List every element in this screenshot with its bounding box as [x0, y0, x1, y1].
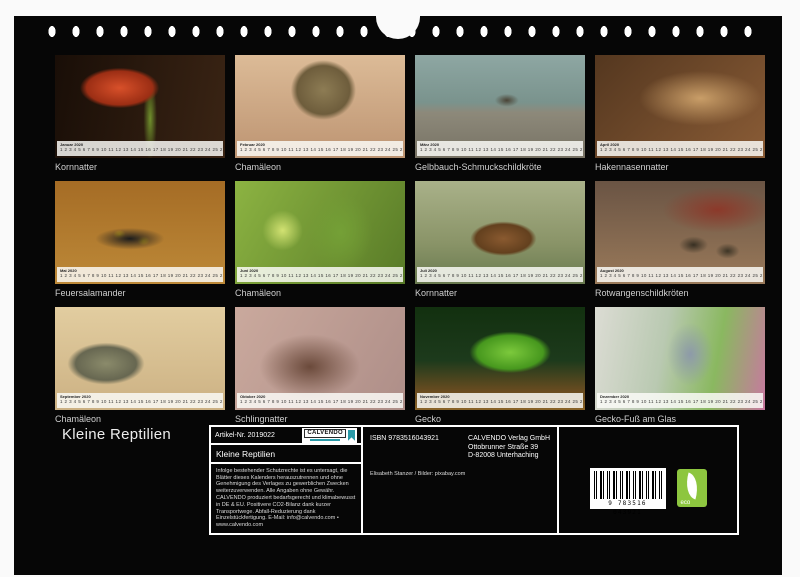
thumbnail-card: November 2020 1 2 3 4 5 6 7 8 9 10 11 12…	[415, 307, 585, 424]
eco-label: eco	[680, 500, 691, 506]
thumbnail-caption: Kornnatter	[55, 162, 98, 172]
days-row: 1 2 3 4 5 6 7 8 9 10 11 12 13 14 15 16 1…	[60, 273, 223, 278]
thumbnail-card: Juli 2020 1 2 3 4 5 6 7 8 9 10 11 12 13 …	[415, 181, 585, 298]
thumbnail-card: September 2020 1 2 3 4 5 6 7 8 9 10 11 1…	[55, 307, 225, 424]
thumbnail-card: Januar 2020 1 2 3 4 5 6 7 8 9 10 11 12 1…	[55, 55, 225, 172]
days-row: 1 2 3 4 5 6 7 8 9 10 11 12 13 14 15 16 1…	[240, 399, 403, 404]
thumbnail-photo: Juni 2020 1 2 3 4 5 6 7 8 9 10 11 12 13 …	[235, 181, 405, 284]
calvendo-logo-tagline	[310, 439, 341, 442]
calendar-strip: Juli 2020 1 2 3 4 5 6 7 8 9 10 11 12 13 …	[417, 267, 583, 282]
barcode: 9 783516 043921	[589, 467, 666, 516]
thumbnail-photo: April 2020 1 2 3 4 5 6 7 8 9 10 11 12 13…	[595, 55, 765, 158]
calendar-strip: Januar 2020 1 2 3 4 5 6 7 8 9 10 11 12 1…	[57, 141, 223, 156]
month-thumbnail-grid: Januar 2020 1 2 3 4 5 6 7 8 9 10 11 12 1…	[55, 55, 765, 424]
days-row: 1 2 3 4 5 6 7 8 9 10 11 12 13 14 15 16 1…	[600, 399, 763, 404]
article-number: Artikel-Nr. 2019022	[215, 431, 275, 439]
calendar-strip: November 2020 1 2 3 4 5 6 7 8 9 10 11 12…	[417, 393, 583, 408]
thumbnail-caption: Gelbbauch-Schmuckschildkröte	[415, 162, 542, 172]
thumbnail-card: April 2020 1 2 3 4 5 6 7 8 9 10 11 12 13…	[595, 55, 765, 172]
thumbnail-caption: Hakennasennatter	[595, 162, 669, 172]
barcode-digits: 9 783516 043921	[608, 499, 647, 516]
days-row: 1 2 3 4 5 6 7 8 9 10 11 12 13 14 15 16 1…	[420, 399, 583, 404]
days-row: 1 2 3 4 5 6 7 8 9 10 11 12 13 14 15 16 1…	[240, 147, 403, 152]
thumbnail-photo: Mai 2020 1 2 3 4 5 6 7 8 9 10 11 12 13 1…	[55, 181, 225, 284]
legal-text: Infolge bestehender Schutzrechte ist es …	[216, 467, 356, 529]
calendar-strip: Mai 2020 1 2 3 4 5 6 7 8 9 10 11 12 13 1…	[57, 267, 223, 282]
thumbnail-photo: Oktober 2020 1 2 3 4 5 6 7 8 9 10 11 12 …	[235, 307, 405, 410]
days-row: 1 2 3 4 5 6 7 8 9 10 11 12 13 14 15 16 1…	[420, 147, 583, 152]
calendar-strip: März 2020 1 2 3 4 5 6 7 8 9 10 11 12 13 …	[417, 141, 583, 156]
days-row: 1 2 3 4 5 6 7 8 9 10 11 12 13 14 15 16 1…	[60, 147, 223, 152]
thumbnail-caption: Chamäleon	[235, 288, 282, 298]
thumbnail-card: August 2020 1 2 3 4 5 6 7 8 9 10 11 12 1…	[595, 181, 765, 298]
publisher-city: D-82008 Unterhaching	[468, 452, 539, 459]
thumbnail-caption: Chamäleon	[235, 162, 282, 172]
calendar-strip: April 2020 1 2 3 4 5 6 7 8 9 10 11 12 13…	[597, 141, 763, 156]
days-row: 1 2 3 4 5 6 7 8 9 10 11 12 13 14 15 16 1…	[420, 273, 583, 278]
calendar-strip: Oktober 2020 1 2 3 4 5 6 7 8 9 10 11 12 …	[237, 393, 403, 408]
thumbnail-card: Dezember 2020 1 2 3 4 5 6 7 8 9 10 11 12…	[595, 307, 765, 424]
thumbnail-photo: Januar 2020 1 2 3 4 5 6 7 8 9 10 11 12 1…	[55, 55, 225, 158]
info-middle-column: ISBN 9783516043921 CALVENDO Verlag GmbH …	[363, 427, 559, 533]
thumbnail-caption: Schlingnatter	[235, 414, 288, 424]
product-title: Kleine Reptilien	[211, 445, 361, 464]
calendar-strip: Dezember 2020 1 2 3 4 5 6 7 8 9 10 11 12…	[597, 393, 763, 408]
thumbnail-caption: Rotwangenschildkröten	[595, 288, 689, 298]
thumbnail-photo: September 2020 1 2 3 4 5 6 7 8 9 10 11 1…	[55, 307, 225, 410]
isbn-publisher-row: ISBN 9783516043921 CALVENDO Verlag GmbH …	[370, 435, 550, 461]
author-credit: Elisabeth Stanzer / Bilder: pixabay.com	[370, 470, 466, 477]
thumbnail-card: Februar 2020 1 2 3 4 5 6 7 8 9 10 11 12 …	[235, 55, 405, 172]
calvendo-pennant-icon	[348, 429, 355, 441]
thumbnail-photo: Juli 2020 1 2 3 4 5 6 7 8 9 10 11 12 13 …	[415, 181, 585, 284]
days-row: 1 2 3 4 5 6 7 8 9 10 11 12 13 14 15 16 1…	[600, 273, 763, 278]
thumbnail-caption: Gecko-Fuß am Glas	[595, 414, 677, 424]
calendar-sheet: Januar 2020 1 2 3 4 5 6 7 8 9 10 11 12 1…	[14, 16, 782, 575]
thumbnail-caption: Chamäleon	[55, 414, 102, 424]
thumbnail-photo: Dezember 2020 1 2 3 4 5 6 7 8 9 10 11 12…	[595, 307, 765, 410]
thumbnail-card: März 2020 1 2 3 4 5 6 7 8 9 10 11 12 13 …	[415, 55, 585, 172]
calendar-back-cover: Januar 2020 1 2 3 4 5 6 7 8 9 10 11 12 1…	[0, 0, 800, 577]
calvendo-logo-wordmark: CALVENDO	[304, 429, 346, 442]
calendar-strip: Juni 2020 1 2 3 4 5 6 7 8 9 10 11 12 13 …	[237, 267, 403, 282]
thumbnail-photo: November 2020 1 2 3 4 5 6 7 8 9 10 11 12…	[415, 307, 585, 410]
calendar-strip: Februar 2020 1 2 3 4 5 6 7 8 9 10 11 12 …	[237, 141, 403, 156]
leaf-icon	[681, 472, 702, 500]
thumbnail-photo: Februar 2020 1 2 3 4 5 6 7 8 9 10 11 12 …	[235, 55, 405, 158]
days-row: 1 2 3 4 5 6 7 8 9 10 11 12 13 14 15 16 1…	[240, 273, 403, 278]
thumbnail-caption: Kornnatter	[415, 288, 458, 298]
eco-badge: eco	[676, 469, 707, 507]
thumbnail-caption: Feuersalamander	[55, 288, 126, 298]
thumbnail-photo: August 2020 1 2 3 4 5 6 7 8 9 10 11 12 1…	[595, 181, 765, 284]
isbn-number: ISBN 9783516043921	[370, 435, 439, 442]
publisher-name: CALVENDO Verlag GmbH	[468, 435, 550, 442]
thumbnail-card: Juni 2020 1 2 3 4 5 6 7 8 9 10 11 12 13 …	[235, 181, 405, 298]
page-title: Kleine Reptilien	[62, 426, 172, 443]
thumbnail-caption: Gecko	[415, 414, 442, 424]
calvendo-logo-text: CALVENDO	[304, 429, 346, 439]
publisher-street: Ottobrunner Straße 39	[468, 443, 539, 451]
info-left-column: Artikel-Nr. 2019022 CALVENDO Kleine Rept…	[211, 427, 363, 533]
calvendo-logo: CALVENDO	[302, 427, 357, 443]
barcode-bars	[593, 470, 662, 499]
thumbnail-card: Oktober 2020 1 2 3 4 5 6 7 8 9 10 11 12 …	[235, 307, 405, 424]
days-row: 1 2 3 4 5 6 7 8 9 10 11 12 13 14 15 16 1…	[60, 399, 223, 404]
days-row: 1 2 3 4 5 6 7 8 9 10 11 12 13 14 15 16 1…	[600, 147, 763, 152]
publisher-address: CALVENDO Verlag GmbH Ottobrunner Straße …	[468, 435, 550, 461]
thumbnail-photo: März 2020 1 2 3 4 5 6 7 8 9 10 11 12 13 …	[415, 55, 585, 158]
calendar-strip: August 2020 1 2 3 4 5 6 7 8 9 10 11 12 1…	[597, 267, 763, 282]
product-info-box: Artikel-Nr. 2019022 CALVENDO Kleine Rept…	[209, 425, 739, 535]
article-row: Artikel-Nr. 2019022 CALVENDO	[211, 427, 361, 446]
info-right-column: 9 783516 043921 eco	[559, 427, 737, 533]
calendar-strip: September 2020 1 2 3 4 5 6 7 8 9 10 11 1…	[57, 393, 223, 408]
thumbnail-card: Mai 2020 1 2 3 4 5 6 7 8 9 10 11 12 13 1…	[55, 181, 225, 298]
